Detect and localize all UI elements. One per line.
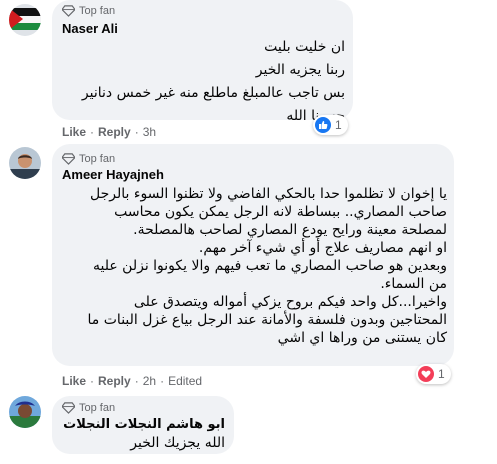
top-fan-badge: Top fan: [62, 152, 115, 165]
avatar[interactable]: [9, 396, 41, 428]
diamond-icon: [62, 402, 75, 414]
separator-dot: ·: [134, 374, 139, 388]
diamond-icon: [62, 5, 75, 17]
comment-line: حسبنا الله: [286, 108, 345, 124]
top-fan-badge: Top fan: [62, 401, 115, 414]
comment-line: المحتاجين وبدون فلسفة والأمانة عند الرجل…: [87, 312, 447, 328]
reply-button[interactable]: Reply: [98, 125, 131, 139]
badge-label: Top fan: [79, 4, 116, 17]
timestamp[interactable]: 3h: [143, 125, 156, 139]
separator-dot: ·: [90, 374, 95, 388]
reaction-count[interactable]: 1: [416, 364, 451, 384]
separator-dot: ·: [134, 125, 139, 139]
comment-line: الله يجزيك الخير: [130, 435, 225, 451]
avatar[interactable]: [9, 4, 41, 36]
comment-line: ان خليت بليت: [264, 39, 345, 55]
reaction-number: 1: [438, 367, 445, 381]
comment-text: يا إخوان لا تظلموا حدا بالحكي الفاضي ولا…: [88, 185, 447, 347]
like-button[interactable]: Like: [62, 374, 86, 388]
comment-line: من السماء.: [380, 276, 447, 292]
reaction-number: 1: [335, 118, 342, 132]
comment-line: صاحب المصاري.. ببساطة لانه الرجل يمكن يك…: [114, 204, 447, 220]
comment-line: كان يستنى من وراها اي اشي: [277, 330, 447, 346]
thumbs-up-icon: [315, 117, 331, 133]
heart-icon: [418, 366, 434, 382]
badge-label: Top fan: [79, 152, 116, 165]
commenter-name[interactable]: Naser Ali: [62, 21, 118, 36]
comment-actions: Like · Reply · 2h · Edited: [62, 374, 202, 388]
diamond-icon: [62, 153, 75, 165]
comment-line: ربنا يجزيه الخير: [255, 62, 345, 78]
separator-dot: ·: [160, 374, 165, 388]
comment-text: الله يجزيك الخير: [130, 434, 225, 452]
comment-line: يا إخوان لا تظلموا حدا بالحكي الفاضي ولا…: [90, 186, 447, 202]
comment-line: بس تاجب عالمبلغ ماطلع منه غير خمس دنانير: [81, 85, 345, 101]
timestamp[interactable]: 2h: [143, 374, 156, 388]
comment-line: لمصلحة معينة ورايح يودع المصاري لصاحب ها…: [133, 222, 447, 238]
badge-label: Top fan: [79, 401, 116, 414]
avatar[interactable]: [9, 147, 41, 179]
comment-actions: Like · Reply · 3h: [62, 125, 156, 139]
reaction-count[interactable]: 1: [313, 115, 348, 135]
edited-label[interactable]: Edited: [168, 374, 202, 388]
commenter-name[interactable]: ابو هاشم النجلات النجلات: [63, 416, 225, 434]
top-fan-badge: Top fan: [62, 4, 115, 17]
reply-button[interactable]: Reply: [98, 374, 131, 388]
comment-text: ان خليت بليت ربنا يجزيه الخير بس تاجب عا…: [82, 38, 345, 125]
commenter-name[interactable]: Ameer Hayajneh: [62, 167, 164, 182]
like-button[interactable]: Like: [62, 125, 86, 139]
comment-line: واخيرا...كل واحد فيكم بروح يزكي أمواله و…: [133, 294, 447, 310]
comment-line: او انهم مصاريف علاج أو أي شيء آخر مهم.: [198, 240, 447, 256]
comment-line: وبعدين هو صاحب المصاري ما تعب فيهم والا …: [93, 258, 447, 274]
separator-dot: ·: [90, 125, 95, 139]
